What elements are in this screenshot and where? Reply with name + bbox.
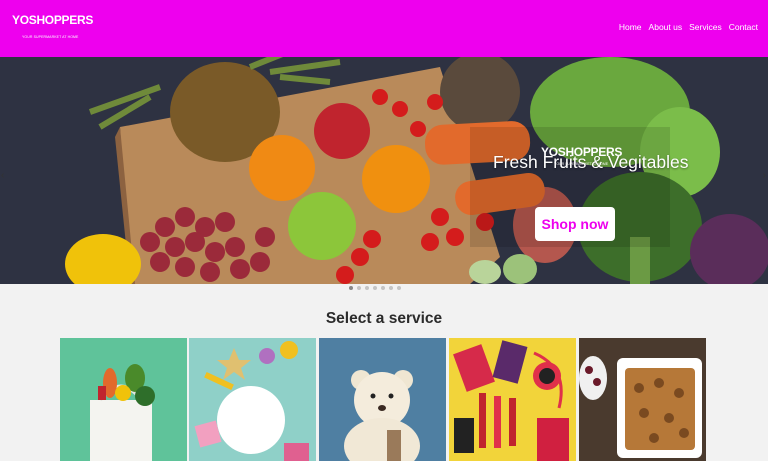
logo-text: YOSHOPPERS	[12, 13, 94, 27]
nav-services-link[interactable]: Services	[689, 22, 722, 32]
teddy-bear-image	[319, 338, 446, 461]
carousel-indicators	[349, 286, 401, 290]
hero-title: Fresh Fruits & Vegitables	[493, 152, 689, 172]
cosmetics-image	[449, 338, 576, 461]
carousel-dot[interactable]	[349, 286, 353, 290]
carousel-dot[interactable]	[373, 286, 377, 290]
service-card-grocery[interactable]	[60, 338, 187, 461]
service-card-gifts[interactable]	[189, 338, 316, 461]
logo-tagline: YOUR SUPERMARKET AT HOME	[22, 35, 79, 39]
service-card-toys[interactable]	[319, 338, 446, 461]
carousel-next-icon[interactable]: ›	[763, 170, 766, 181]
nav-contact-link[interactable]: Contact	[729, 22, 758, 32]
nav-links: Home About us Services Contact	[619, 22, 758, 32]
service-card-beauty[interactable]	[449, 338, 576, 461]
top-navbar: YOSHOPPERS YOUR SUPERMARKET AT HOME Home…	[0, 0, 768, 57]
grocery-bag-image	[60, 338, 187, 461]
carousel-dot[interactable]	[381, 286, 385, 290]
nav-home-link[interactable]: Home	[619, 22, 642, 32]
carousel-prev-icon[interactable]: ‹	[1, 170, 4, 181]
hero-carousel: YOSHOPPERS YOUR SUPERMARKET AT HOME Fres…	[0, 57, 768, 284]
carousel-dot[interactable]	[365, 286, 369, 290]
nav-about-link[interactable]: About us	[649, 22, 683, 32]
service-card-food[interactable]	[579, 338, 706, 461]
party-gifts-image	[189, 338, 316, 461]
site-logo[interactable]: YOSHOPPERS YOUR SUPERMARKET AT HOME	[12, 12, 93, 42]
services-section-title: Select a service	[325, 310, 443, 327]
shop-now-button[interactable]: Shop now	[535, 207, 615, 241]
carousel-dot[interactable]	[357, 286, 361, 290]
food-dish-image	[579, 338, 706, 461]
carousel-dot[interactable]	[389, 286, 393, 290]
carousel-dot[interactable]	[397, 286, 401, 290]
